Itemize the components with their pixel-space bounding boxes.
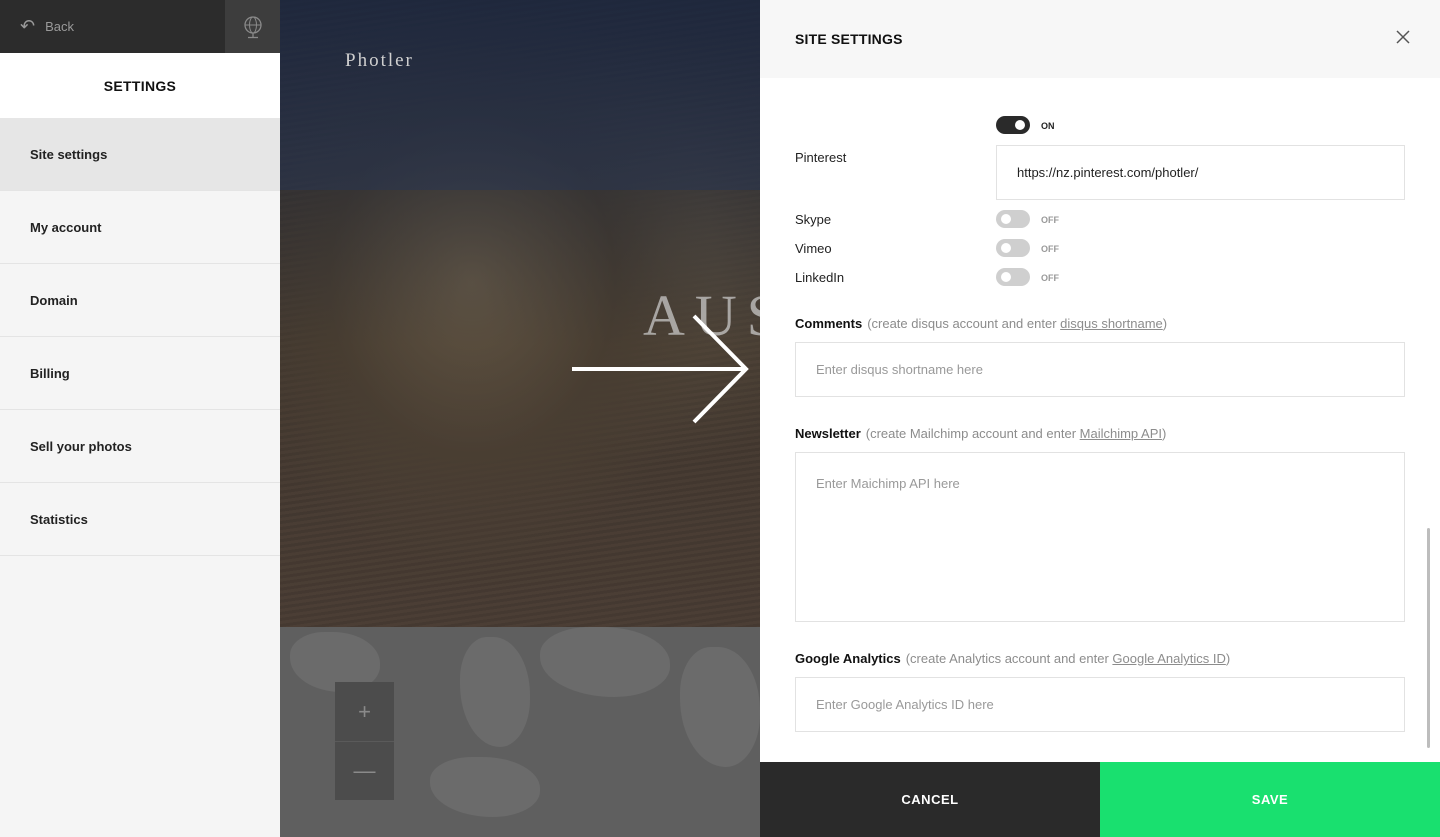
pinterest-toggle[interactable] — [996, 116, 1030, 134]
back-arrow-icon: ↶ — [20, 16, 36, 36]
cancel-button[interactable]: CANCEL — [760, 762, 1100, 837]
disqus-placeholder: Enter disqus shortname here — [816, 362, 983, 377]
comments-hint-text: (create disqus account and enter — [867, 316, 1061, 331]
panel-footer: CANCEL SAVE — [760, 762, 1440, 837]
comments-label-row: Comments (create disqus account and enter… — [795, 316, 1167, 331]
pinterest-toggle-state: ON — [1041, 121, 1055, 131]
vimeo-label: Vimeo — [795, 241, 832, 256]
scrollbar[interactable] — [1427, 528, 1430, 748]
sidebar-item-label: Site settings — [30, 146, 108, 162]
analytics-label: Google Analytics — [795, 651, 901, 666]
mailchimp-placeholder: Enter Maichimp API here — [816, 476, 960, 491]
toggle-knob — [1001, 272, 1011, 282]
close-icon[interactable] — [1394, 28, 1412, 46]
panel-header: SITE SETTINGS — [760, 0, 1440, 78]
comments-label: Comments — [795, 316, 863, 331]
site-settings-panel: SITE SETTINGS ON Pinterest https://nz.pi… — [760, 0, 1440, 837]
newsletter-label-row: Newsletter (create Mailchimp account and … — [795, 426, 1166, 441]
sidebar-item-label: Statistics — [30, 511, 88, 527]
site-preview: Photler AUS + — — [280, 0, 760, 837]
sidebar-title: SETTINGS — [0, 53, 280, 118]
zoom-in-button[interactable]: + — [335, 682, 394, 741]
next-arrow-icon[interactable] — [570, 312, 750, 427]
back-button[interactable]: ↶ Back — [0, 0, 225, 53]
toggle-knob — [1001, 214, 1011, 224]
vimeo-toggle[interactable] — [996, 239, 1030, 257]
disqus-shortname-link[interactable]: disqus shortname — [1060, 316, 1163, 331]
linkedin-toggle[interactable] — [996, 268, 1030, 286]
sidebar-item-site-settings[interactable]: Site settings — [0, 118, 280, 191]
newsletter-hint: (create Mailchimp account and enter Mail… — [866, 426, 1167, 441]
sidebar-item-label: My account — [30, 219, 102, 235]
panel-title: SITE SETTINGS — [795, 31, 903, 47]
mailchimp-api-link[interactable]: Mailchimp API — [1080, 426, 1162, 441]
sidebar-item-billing[interactable]: Billing — [0, 337, 280, 410]
google-analytics-id-input[interactable]: Enter Google Analytics ID here — [795, 677, 1405, 732]
toggle-knob — [1001, 243, 1011, 253]
analytics-label-row: Google Analytics (create Analytics accoun… — [795, 651, 1230, 666]
sidebar-item-domain[interactable]: Domain — [0, 264, 280, 337]
newsletter-hint-close: ) — [1162, 426, 1167, 441]
hero-sky — [280, 0, 760, 190]
map-zoom-control: + — — [335, 682, 394, 800]
google-analytics-id-link[interactable]: Google Analytics ID — [1112, 651, 1225, 666]
pinterest-url-value: https://nz.pinterest.com/photler/ — [1017, 165, 1199, 180]
save-button[interactable]: SAVE — [1100, 762, 1440, 837]
sidebar-item-label: Sell your photos — [30, 438, 132, 454]
comments-hint-close: ) — [1162, 316, 1168, 331]
top-bar: ↶ Back — [0, 0, 280, 53]
site-brand: Photler — [345, 50, 414, 71]
analytics-placeholder: Enter Google Analytics ID here — [816, 697, 994, 712]
globe-button[interactable] — [225, 0, 280, 53]
linkedin-label: LinkedIn — [795, 270, 845, 285]
zoom-out-button[interactable]: — — [335, 741, 394, 800]
newsletter-label: Newsletter — [795, 426, 861, 441]
analytics-hint: (create Analytics account and enter Goog… — [906, 651, 1230, 666]
globe-icon — [243, 15, 262, 38]
analytics-hint-text: (create Analytics account and enter — [905, 651, 1113, 666]
sidebar-item-statistics[interactable]: Statistics — [0, 483, 280, 556]
analytics-hint-close: ) — [1225, 651, 1231, 666]
skype-toggle-state: OFF — [1041, 215, 1059, 225]
comments-hint: (create disqus account and enter disqus … — [867, 316, 1167, 331]
vimeo-toggle-state: OFF — [1041, 244, 1059, 254]
pinterest-url-input[interactable]: https://nz.pinterest.com/photler/ — [996, 145, 1405, 200]
settings-sidebar: SETTINGS Site settings My account Domain… — [0, 53, 280, 837]
skype-toggle[interactable] — [996, 210, 1030, 228]
plus-icon: + — [358, 698, 371, 724]
skype-label: Skype — [795, 212, 832, 227]
disqus-shortname-input[interactable]: Enter disqus shortname here — [795, 342, 1405, 397]
sidebar-item-sell-photos[interactable]: Sell your photos — [0, 410, 280, 483]
linkedin-toggle-state: OFF — [1041, 273, 1059, 283]
sidebar-item-label: Domain — [30, 292, 78, 308]
back-label: Back — [45, 19, 74, 34]
newsletter-hint-text: (create Mailchimp account and enter — [865, 426, 1080, 441]
toggle-knob — [1015, 120, 1025, 130]
sidebar-item-label: Billing — [30, 365, 70, 381]
minus-icon: — — [353, 758, 376, 783]
sidebar-item-my-account[interactable]: My account — [0, 191, 280, 264]
mailchimp-api-textarea[interactable]: Enter Maichimp API here — [795, 452, 1405, 622]
pinterest-label: Pinterest — [795, 150, 847, 165]
